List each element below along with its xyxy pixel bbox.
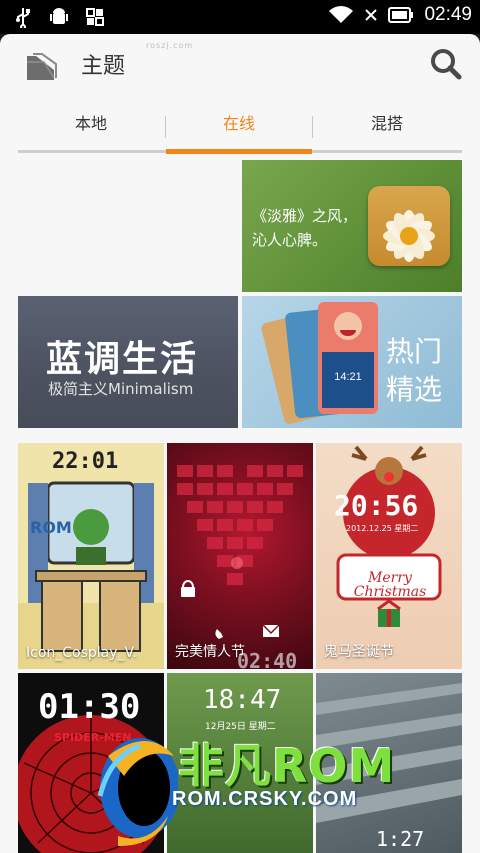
christmas-preview: [336, 445, 442, 627]
search-icon[interactable]: [430, 48, 462, 80]
theme-tile[interactable]: ROM 22:01 Icon_Cosplay_V.: [18, 443, 164, 669]
theme-tile[interactable]: 02:40 完美情人节: [167, 443, 313, 669]
flower-image: [368, 186, 450, 266]
watermark-text: roszj.com: [146, 41, 194, 50]
theme-clock: 22:01: [52, 449, 119, 474]
logo-url: ROM.CRSKY.COM: [172, 788, 358, 810]
theme-folder-icon[interactable]: [24, 50, 58, 84]
logo-title: 非凡ROM: [178, 739, 396, 793]
apps-grid-icon: [86, 8, 104, 26]
theme-label: 完美情人节: [175, 644, 245, 660]
tab-bar: 本地 在线 混搭: [0, 98, 480, 156]
banner-elegant[interactable]: 《淡雅》之风， 沁人心脾。: [242, 160, 462, 292]
tab-indicator: [166, 149, 312, 154]
theme-date: 2012.12.25 星期二: [346, 524, 419, 533]
banner-hot-line2: 精选: [386, 373, 443, 406]
banner-elegant-line1: 《淡雅》之风，: [252, 207, 358, 225]
theme-label: Icon_Cosplay_V.: [26, 645, 137, 661]
banner-elegant-line2: 沁人心脾。: [252, 231, 328, 249]
theme-clock: 20:56: [334, 489, 419, 522]
banner-hot-line1: 热门: [386, 335, 443, 368]
cosplay-preview: ROM: [18, 443, 164, 669]
usb-icon: [16, 8, 30, 28]
tab-local[interactable]: 本地: [18, 110, 164, 134]
android-debug-icon: [50, 8, 68, 24]
rom-logo-icon: [97, 738, 178, 846]
banner-hot-picks[interactable]: 14:21 热门 精选: [242, 296, 462, 428]
no-signal-icon: [365, 9, 378, 21]
banner-blue-life-subtitle: 极简主义Minimalism: [48, 380, 194, 398]
theme-label: 鬼马圣诞节: [324, 644, 394, 660]
status-bar: 02:49: [0, 0, 480, 34]
watermark-logo: 非凡ROM ROM.CRSKY.COM: [88, 726, 408, 848]
banner-blue-life[interactable]: 蓝调生活 极简主义Minimalism: [18, 296, 238, 428]
app-header: roszj.com 主题: [0, 34, 480, 98]
phone-stack-image: 14:21: [261, 302, 378, 424]
battery-icon: [388, 7, 414, 23]
valentine-preview: [177, 465, 303, 639]
page-title: 主题: [81, 54, 126, 79]
theme-clock: 01:30: [38, 687, 141, 727]
theme-clock: 02:40: [237, 649, 298, 669]
theme-clock: 18:47: [203, 685, 282, 715]
tab-mix[interactable]: 混搭: [314, 110, 460, 134]
banner-blue-life-title: 蓝调生活: [46, 339, 199, 380]
tab-online[interactable]: 在线: [166, 110, 312, 134]
status-clock: 02:49: [424, 4, 472, 25]
wifi-icon: [329, 6, 354, 23]
svg-text:14:21: 14:21: [334, 371, 362, 383]
tab-divider: [312, 116, 313, 138]
theme-tile[interactable]: 20:56 2012.12.25 星期二 Merry Christmas 鬼马圣…: [316, 443, 462, 669]
svg-text:ROM: ROM: [30, 518, 72, 537]
banner-elegant-text: 《淡雅》之风， 沁人心脾。: [252, 204, 370, 252]
christmas-script: Merry Christmas: [353, 570, 427, 600]
